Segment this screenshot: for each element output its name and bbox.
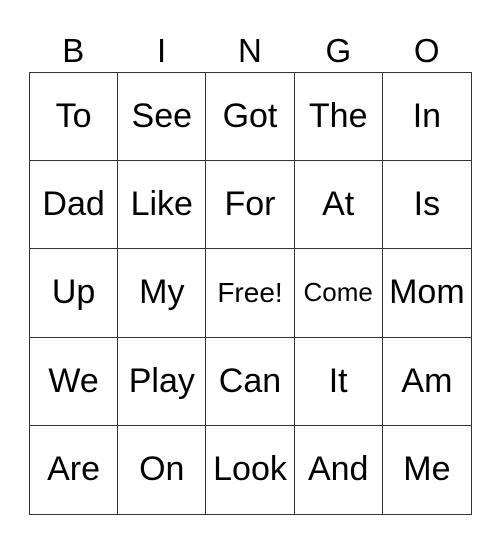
bingo-cell[interactable]: Up (30, 249, 119, 338)
bingo-cell[interactable]: In (382, 73, 471, 162)
bingo-cell[interactable]: Come (294, 249, 383, 338)
bingo-cell[interactable]: Are (30, 425, 119, 514)
free-space-cell[interactable]: Free! (206, 249, 295, 338)
bingo-header: BINGO (29, 30, 471, 72)
header-letter-b: B (62, 32, 85, 69)
bingo-cell[interactable]: At (294, 161, 383, 250)
bingo-cell[interactable]: Me (383, 426, 471, 514)
bingo-cell[interactable]: The (294, 73, 383, 162)
bingo-cell[interactable]: And (295, 425, 383, 514)
bingo-cell[interactable]: Dad (30, 161, 119, 250)
bingo-cell[interactable]: Got (206, 73, 295, 162)
bingo-cell[interactable]: For (206, 161, 295, 250)
bingo-cell[interactable]: Mom (382, 249, 471, 338)
bingo-cell[interactable]: Like (118, 161, 207, 250)
bingo-cell[interactable]: To (30, 73, 119, 162)
bingo-cell[interactable]: Play (118, 337, 207, 426)
bingo-cell[interactable]: My (118, 249, 207, 338)
header-letter-g: G (325, 32, 352, 69)
bingo-cell[interactable]: Am (382, 338, 471, 426)
bingo-grid: To See Got The In Dad Like For At Is Up My Free! Come… (29, 72, 472, 515)
header-letter-i: I (157, 32, 167, 69)
bingo-cell[interactable]: Is (382, 161, 471, 250)
bingo-cell[interactable]: We (30, 337, 119, 426)
bingo-cell[interactable]: On (118, 425, 207, 514)
header-letter-n: N (238, 32, 262, 69)
bingo-cell[interactable]: Look (206, 425, 295, 514)
bingo-cell[interactable]: Can (206, 337, 295, 426)
bingo-cell[interactable]: See (118, 73, 207, 162)
bingo-cell[interactable]: It (294, 337, 383, 426)
header-letter-o: O (413, 32, 440, 69)
